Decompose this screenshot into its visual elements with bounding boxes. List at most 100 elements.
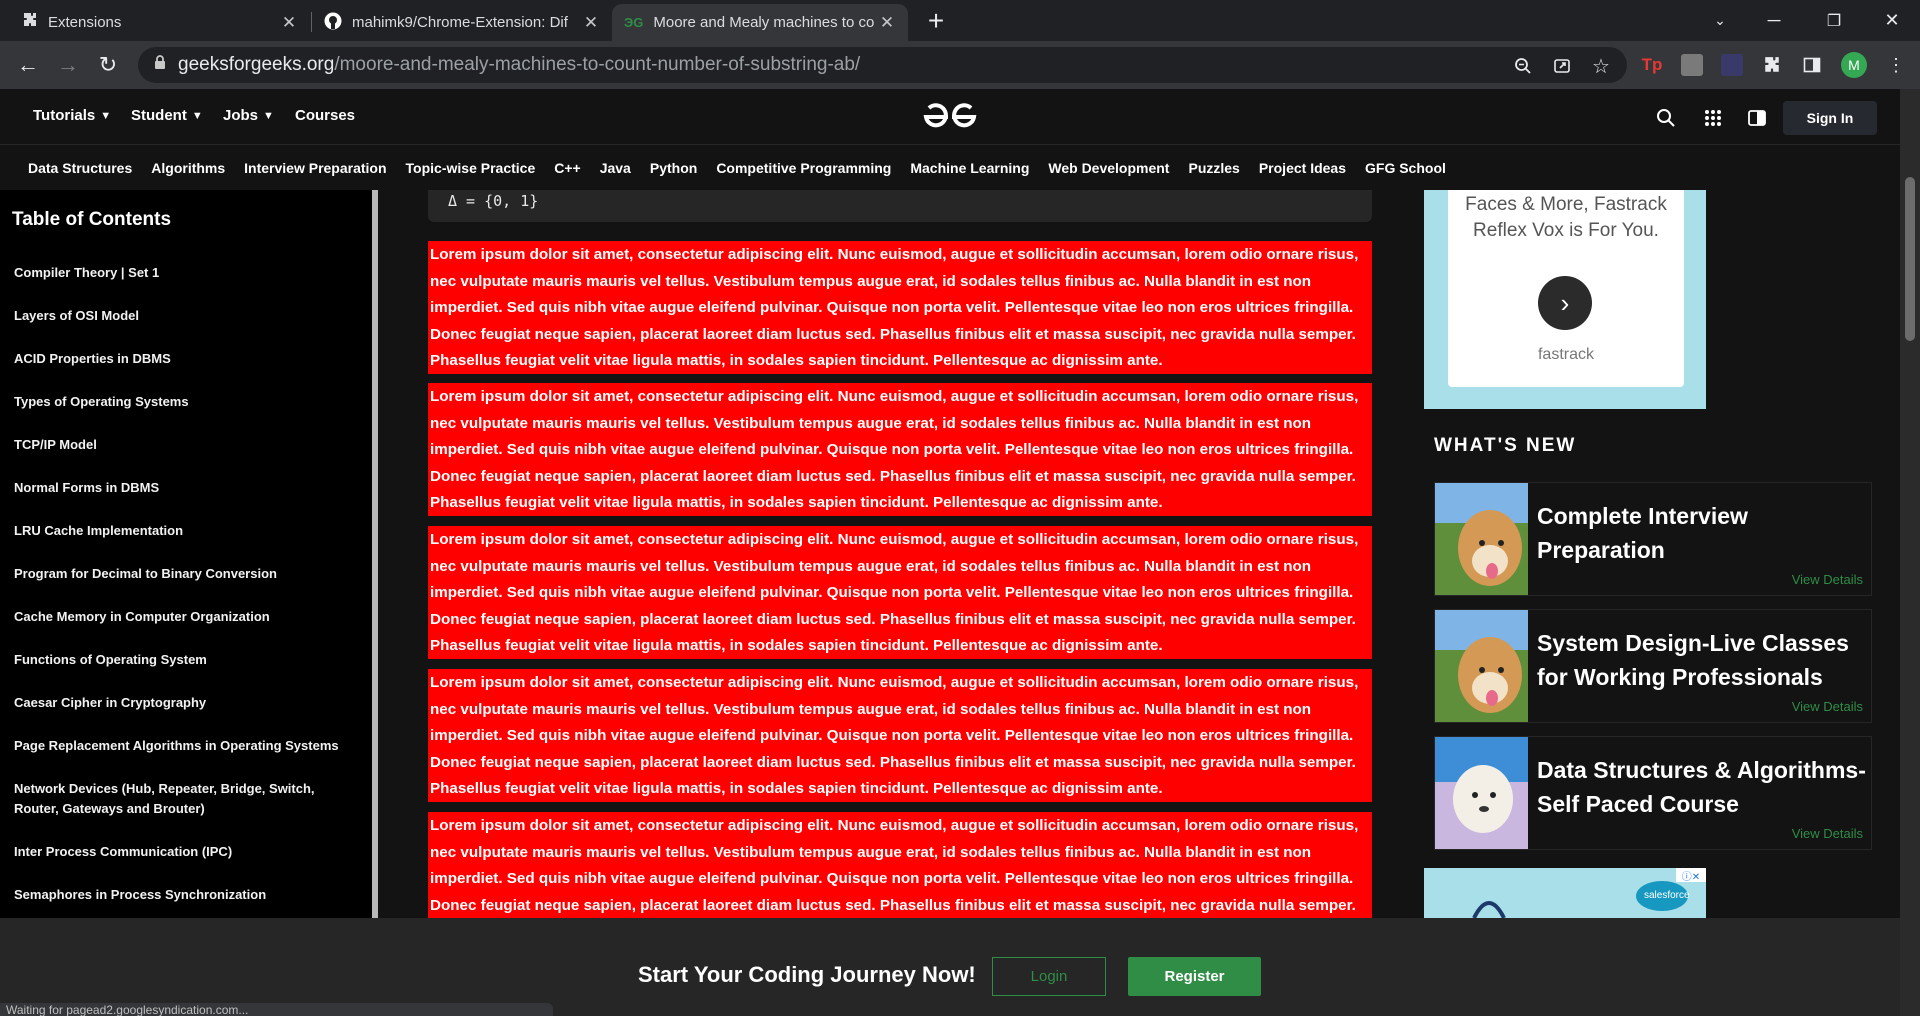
toc-title: Table of Contents [12,209,172,230]
share-icon[interactable] [1551,55,1573,77]
signup-banner: Start Your Coding Journey Now! Login Reg… [0,918,1900,1016]
close-tab-icon[interactable]: ✕ [878,13,896,33]
toc-item[interactable]: Program for Decimal to Binary Conversion [14,564,354,584]
course-thumbnail [1435,610,1528,722]
ad-card: Faces & More, Fastrack Reflex Vox is For… [1448,190,1684,387]
banner-text: Start Your Coding Journey Now! [638,962,976,987]
subnav-item[interactable]: GFG School [1365,160,1446,176]
nav-label: Student [131,107,187,124]
minimize-button[interactable]: ─ [1746,0,1802,41]
address-bar[interactable]: geeksforgeeks.org/moore-and-mealy-machin… [138,47,1627,83]
course-thumbnail [1435,737,1528,849]
chevron-down-icon: ▼ [191,109,203,122]
toc-item[interactable]: Network Devices (Hub, Repeater, Bridge, … [14,779,354,819]
subnav-item[interactable]: Topic-wise Practice [406,160,536,176]
menu-dots-icon[interactable]: ⋮ [1885,54,1907,76]
restore-button[interactable]: ❐ [1806,0,1862,41]
subnav-item[interactable]: Competitive Programming [716,160,891,176]
course-card[interactable]: Data Structures & Algorithms- Self Paced… [1434,736,1872,850]
toc-item[interactable]: Layers of OSI Model [14,306,354,326]
topic-subnav: Data Structures Algorithms Interview Pre… [0,146,1900,190]
theme-toggle-icon[interactable] [1744,105,1770,131]
nav-tutorials[interactable]: Tutorials ▼ [33,107,111,124]
reload-icon[interactable]: ↻ [92,49,124,81]
nav-label: Jobs [223,107,259,124]
browser-toolbar: ← → ↻ geeksforgeeks.org/moore-and-mealy-… [0,41,1920,89]
bookmark-star-icon[interactable]: ☆ [1590,55,1612,78]
profile-avatar[interactable]: M [1841,52,1867,78]
subnav-item[interactable]: Project Ideas [1259,160,1346,176]
apps-grid-icon[interactable] [1700,105,1726,131]
back-arrow-icon[interactable]: ← [12,49,44,81]
tp-extension-icon[interactable]: Tp [1641,54,1663,76]
toc-item[interactable]: Compiler Theory | Set 1 [14,263,354,283]
github-icon [324,12,342,34]
extensions-puzzle-icon[interactable] [1761,54,1783,76]
zoom-icon[interactable] [1512,55,1534,77]
tab-extensions[interactable]: Extensions ✕ [10,4,310,41]
course-card[interactable]: Complete Interview Preparation View Deta… [1434,482,1872,596]
subnav-item[interactable]: Web Development [1048,160,1169,176]
tab-title: Extensions [48,14,122,31]
lock-icon [154,54,166,76]
subnav-item[interactable]: C++ [554,160,580,176]
nav-student[interactable]: Student ▼ [131,107,203,124]
code-block: Δ = {0, 1} [428,190,1372,222]
pdf-extension-icon[interactable] [1681,54,1703,76]
whats-new-heading: WHAT'S NEW [1434,435,1577,456]
ad-brand: fastrack [1537,346,1594,363]
nav-jobs[interactable]: Jobs ▼ [223,107,274,124]
url-path: /moore-and-mealy-machines-to-count-numbe… [334,54,861,75]
nav-courses[interactable]: Courses [295,107,355,124]
nav-label: Courses [295,107,356,124]
subnav-item[interactable]: Python [650,160,697,176]
search-icon[interactable] [1653,105,1679,131]
toc-item[interactable]: Normal Forms in DBMS [14,478,354,498]
toc-item[interactable]: Page Replacement Algorithms in Operating… [14,736,354,756]
toc-item[interactable]: TCP/IP Model [14,435,354,455]
tab-search-chevron-icon[interactable]: ⌄ [1692,0,1748,41]
gfg-logo[interactable] [922,101,978,133]
sign-in-button[interactable]: Sign In [1783,101,1877,135]
chevron-right-icon[interactable]: › [1538,276,1592,330]
puzzle-icon [22,12,38,33]
toc-item[interactable]: Functions of Operating System [14,650,354,670]
tab-gfg-active[interactable]: ЭG Moore and Mealy machines to co ✕ [612,4,908,41]
toc-item[interactable]: Caesar Cipher in Cryptography [14,693,354,713]
ad-close-icon[interactable]: ⓘ✕ [1676,868,1706,883]
toc-item[interactable]: ACID Properties in DBMS [14,349,354,369]
subnav-item[interactable]: Interview Preparation [244,160,386,176]
forward-arrow-icon[interactable]: → [52,49,84,81]
course-card[interactable]: System Design-Live Classes for Working P… [1434,609,1872,723]
lorem-paragraph: Lorem ipsum dolor sit amet, consectetur … [428,812,1372,918]
new-tab-button[interactable]: + [906,0,966,41]
toc-item[interactable]: Semaphores in Process Synchronization [14,885,354,905]
toc-item[interactable]: Types of Operating Systems [14,392,354,412]
toc-item[interactable]: LRU Cache Implementation [14,521,354,541]
register-button[interactable]: Register [1128,957,1261,996]
login-button[interactable]: Login [992,957,1106,996]
view-details-link[interactable]: View Details [1792,572,1863,587]
tab-github[interactable]: mahimk9/Chrome-Extension: Dif ✕ [312,4,612,41]
toc-item[interactable]: Cache Memory in Computer Organization [14,607,354,627]
subnav-item[interactable]: Puzzles [1188,160,1239,176]
advertisement-fastrack[interactable]: Faces & More, Fastrack Reflex Vox is For… [1424,190,1706,409]
media-extension-icon[interactable] [1721,54,1743,76]
scrollbar-thumb[interactable] [1905,177,1915,341]
view-details-link[interactable]: View Details [1792,826,1863,841]
page-scrollbar[interactable] [1900,89,1920,1016]
close-tab-icon[interactable]: ✕ [280,13,298,33]
subnav-item[interactable]: Java [600,160,631,176]
subnav-item[interactable]: Data Structures [28,160,132,176]
tab-title: mahimk9/Chrome-Extension: Dif [352,14,568,31]
toc-item[interactable]: Inter Process Communication (IPC) [14,842,354,862]
side-panel-icon[interactable] [1801,54,1823,76]
advertisement-salesforce[interactable]: salesforce ⓘ✕ [1424,868,1706,918]
close-tab-icon[interactable]: ✕ [582,13,600,33]
lorem-paragraph: Lorem ipsum dolor sit amet, consectetur … [428,383,1372,516]
view-details-link[interactable]: View Details [1792,699,1863,714]
lorem-paragraph: Lorem ipsum dolor sit amet, consectetur … [428,669,1372,802]
subnav-item[interactable]: Algorithms [151,160,225,176]
subnav-item[interactable]: Machine Learning [910,160,1029,176]
close-window-button[interactable]: ✕ [1864,0,1920,41]
